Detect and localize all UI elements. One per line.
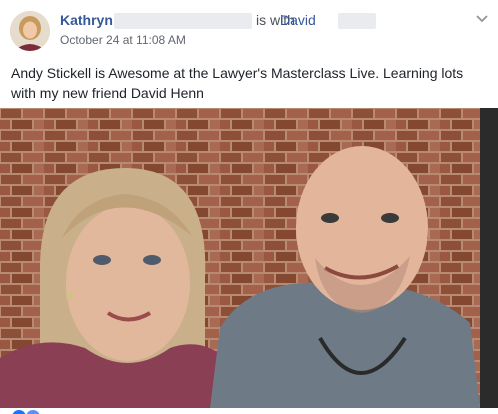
tagged-person-name[interactable]: David [280,12,316,28]
reactions-strip [0,408,498,414]
post-timestamp[interactable]: October 24 at 11:08 AM [60,33,186,47]
post-text: Andy Stickell is Awesome at the Lawyer's… [11,65,464,101]
chevron-down-icon[interactable] [474,10,490,26]
redacted-tagged-surname [338,13,376,29]
post-header: Kathryn is with David October 24 at 11:0… [0,0,498,56]
avatar[interactable] [10,11,50,51]
post-photo[interactable] [0,108,498,408]
redacted-surname [114,13,252,29]
author-name[interactable]: Kathryn [60,12,113,28]
